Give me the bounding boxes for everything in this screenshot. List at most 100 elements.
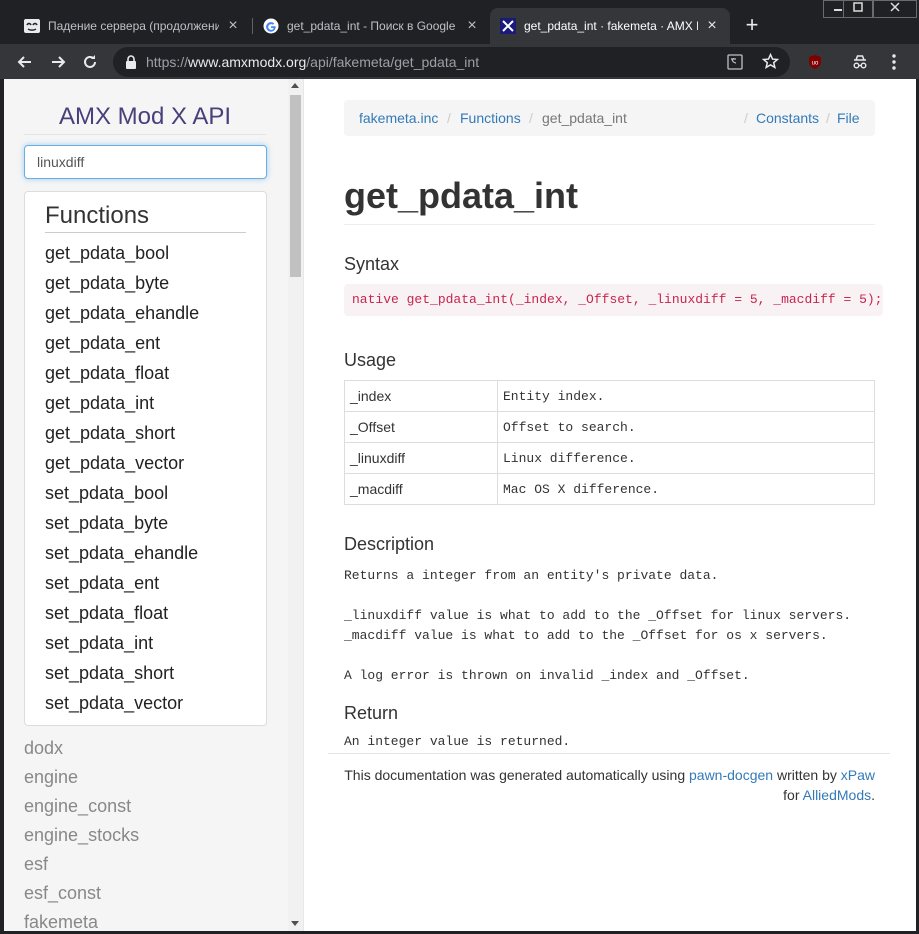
include-link-engine[interactable]: engine <box>24 763 139 792</box>
function-link-set-pdata-short[interactable]: set_pdata_short <box>45 658 199 688</box>
maximize-button[interactable] <box>843 0 873 18</box>
url-host: www.amxmodx.org <box>188 54 307 70</box>
function-link-set-pdata-byte[interactable]: set_pdata_byte <box>45 508 199 538</box>
syntax-code: native get_pdata_int(_index, _Offset, _l… <box>344 284 883 316</box>
include-link-dodx[interactable]: dodx <box>24 734 139 763</box>
close-window-button[interactable] <box>873 0 917 18</box>
breadcrumb-include-link[interactable]: fakemeta.inc <box>359 110 438 126</box>
tab-strip: Падение сервера (продолжение) | × get_pd… <box>0 0 919 44</box>
incognito-icon[interactable] <box>848 50 872 74</box>
syntax-heading: Syntax <box>344 254 400 274</box>
tab-title: Падение сервера (продолжение) | <box>48 19 219 33</box>
sidebar-scrollbar[interactable] <box>288 79 303 931</box>
functions-panel: Functions get_pdata_bool get_pdata_byte … <box>24 191 267 726</box>
mask-icon <box>24 18 40 34</box>
minimize-icon <box>834 9 842 11</box>
back-arrow-icon <box>17 56 31 68</box>
pawn-docgen-link[interactable]: pawn-docgen <box>689 767 773 783</box>
url-path: /api/fakemeta/get_pdata_int <box>306 54 480 70</box>
footer-text: written by <box>773 767 841 783</box>
function-link-set-pdata-vector[interactable]: set_pdata_vector <box>45 688 199 718</box>
constants-link[interactable]: Constants <box>756 110 819 126</box>
tab-google-search[interactable]: get_pdata_int - Поиск в Google × <box>253 8 490 44</box>
scroll-down-arrow-icon[interactable] <box>291 921 299 926</box>
function-link-set-pdata-float[interactable]: set_pdata_float <box>45 598 199 628</box>
functions-heading: Functions <box>45 202 150 229</box>
include-link-engine-const[interactable]: engine_const <box>24 792 139 821</box>
scrollbar-thumb[interactable] <box>290 95 301 277</box>
page-viewport: AMX Mod X API Functions get_pdata_bool g… <box>4 79 916 931</box>
param-name: _index <box>344 380 498 412</box>
description-heading: Description <box>344 534 435 554</box>
function-link-get-pdata-int[interactable]: get_pdata_int <box>45 388 199 418</box>
footer-text: for <box>783 787 803 803</box>
url-scheme: https:// <box>146 54 189 70</box>
function-link-get-pdata-byte[interactable]: get_pdata_byte <box>45 268 199 298</box>
forward-button[interactable] <box>46 50 70 74</box>
sidebar: AMX Mod X API Functions get_pdata_bool g… <box>4 79 304 931</box>
function-link-get-pdata-bool[interactable]: get_pdata_bool <box>45 238 199 268</box>
scroll-up-arrow-icon[interactable] <box>291 83 299 88</box>
svg-text:uo: uo <box>812 61 819 67</box>
tab-title: get_pdata_int - Поиск в Google <box>287 19 456 33</box>
table-row: _index Entity index. <box>344 380 875 412</box>
tab-title: get_pdata_int · fakemeta · AMX Mod <box>524 19 698 33</box>
param-desc: Linux difference. <box>497 442 875 474</box>
ublock-origin-icon[interactable]: uo <box>803 50 827 74</box>
main-content: fakemeta.inc / Functions / get_pdata_int… <box>304 79 916 931</box>
menu-kebab-icon[interactable] <box>882 50 906 74</box>
params-table: _index Entity index. _Offset Offset to s… <box>344 380 875 505</box>
footer-text: This documentation was generated automat… <box>344 767 689 783</box>
function-link-get-pdata-short[interactable]: get_pdata_short <box>45 418 199 448</box>
address-bar[interactable]: https://www.amxmodx.org/api/fakemeta/get… <box>113 47 790 77</box>
close-tab-icon[interactable]: × <box>704 17 720 35</box>
param-desc: Offset to search. <box>497 411 875 443</box>
function-link-get-pdata-ent[interactable]: get_pdata_ent <box>45 328 199 358</box>
function-link-set-pdata-ehandle[interactable]: set_pdata_ehandle <box>45 538 199 568</box>
search-input[interactable] <box>24 145 267 179</box>
include-link-esf[interactable]: esf <box>24 850 139 879</box>
translate-icon[interactable] <box>727 54 743 75</box>
reload-icon <box>84 55 96 68</box>
xpaw-link[interactable]: xPaw <box>841 767 875 783</box>
function-link-get-pdata-float[interactable]: get_pdata_float <box>45 358 199 388</box>
return-heading: Return <box>344 703 399 723</box>
window-frame <box>0 79 4 934</box>
browser-toolbar: https://www.amxmodx.org/api/fakemeta/get… <box>0 44 919 79</box>
table-row: _macdiff Mac OS X difference. <box>344 473 875 505</box>
return-text: An integer value is returned. <box>344 734 571 749</box>
new-tab-button[interactable]: + <box>742 14 762 38</box>
function-link-set-pdata-ent[interactable]: set_pdata_ent <box>45 568 199 598</box>
title-divider <box>344 224 875 225</box>
include-link-engine-stocks[interactable]: engine_stocks <box>24 821 139 850</box>
function-link-get-pdata-vector[interactable]: get_pdata_vector <box>45 448 199 478</box>
title-divider <box>24 134 266 135</box>
back-button[interactable] <box>13 50 37 74</box>
site-title[interactable]: AMX Mod X API <box>24 103 266 131</box>
page-title: get_pdata_int <box>344 175 579 216</box>
tab-amxmodx-api[interactable]: get_pdata_int · fakemeta · AMX Mod × <box>490 8 730 44</box>
function-link-get-pdata-ehandle[interactable]: get_pdata_ehandle <box>45 298 199 328</box>
param-desc: Entity index. <box>497 380 875 412</box>
google-icon <box>263 18 279 34</box>
tab-server-crash[interactable]: Падение сервера (продолжение) | × <box>14 8 251 44</box>
file-link[interactable]: File <box>837 110 860 126</box>
alliedmods-link[interactable]: AlliedMods <box>803 787 871 803</box>
breadcrumb-separator: / <box>529 110 533 126</box>
param-desc: Mac OS X difference. <box>497 473 875 505</box>
function-link-set-pdata-bool[interactable]: set_pdata_bool <box>45 478 199 508</box>
close-tab-icon[interactable]: × <box>225 17 241 35</box>
close-icon <box>890 2 900 12</box>
table-row: _Offset Offset to search. <box>344 411 875 443</box>
close-tab-icon[interactable]: × <box>464 17 480 35</box>
lock-icon <box>125 55 137 74</box>
star-icon[interactable] <box>761 52 780 75</box>
include-link-esf-const[interactable]: esf_const <box>24 879 139 908</box>
functions-divider <box>45 232 246 233</box>
reload-button[interactable] <box>78 50 102 74</box>
url-text: https://www.amxmodx.org/api/fakemeta/get… <box>146 54 479 70</box>
amxx-icon <box>500 18 516 34</box>
function-link-set-pdata-int[interactable]: set_pdata_int <box>45 628 199 658</box>
breadcrumb-functions-link[interactable]: Functions <box>460 110 521 126</box>
include-link-fakemeta[interactable]: fakemeta <box>24 908 139 931</box>
